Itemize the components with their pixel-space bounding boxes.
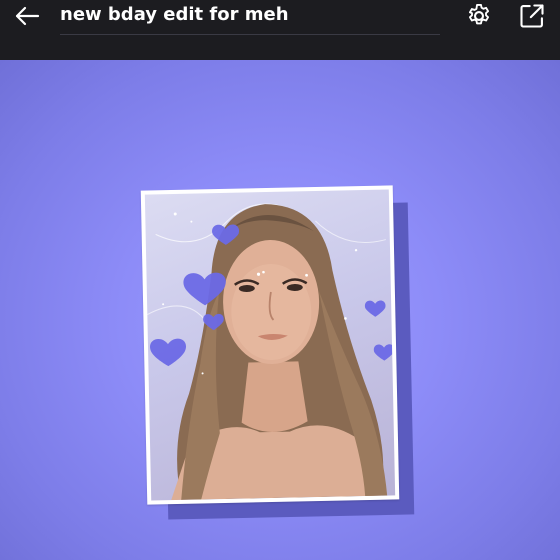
open-external-icon <box>520 4 544 28</box>
page-title: new bday edit for meh <box>60 4 289 25</box>
app-window: new bday edit for meh <box>0 0 560 560</box>
back-button[interactable] <box>10 2 44 30</box>
photo-frame[interactable] <box>140 185 400 505</box>
top-bar: new bday edit for meh <box>0 0 560 60</box>
edited-photo <box>144 189 396 501</box>
back-arrow-icon <box>15 6 40 26</box>
share-button[interactable] <box>516 0 548 32</box>
title-field[interactable]: new bday edit for meh <box>60 0 440 35</box>
portrait-illustration <box>147 203 395 501</box>
gear-icon <box>468 3 490 25</box>
edit-canvas <box>0 60 560 560</box>
settings-button[interactable] <box>463 0 495 32</box>
